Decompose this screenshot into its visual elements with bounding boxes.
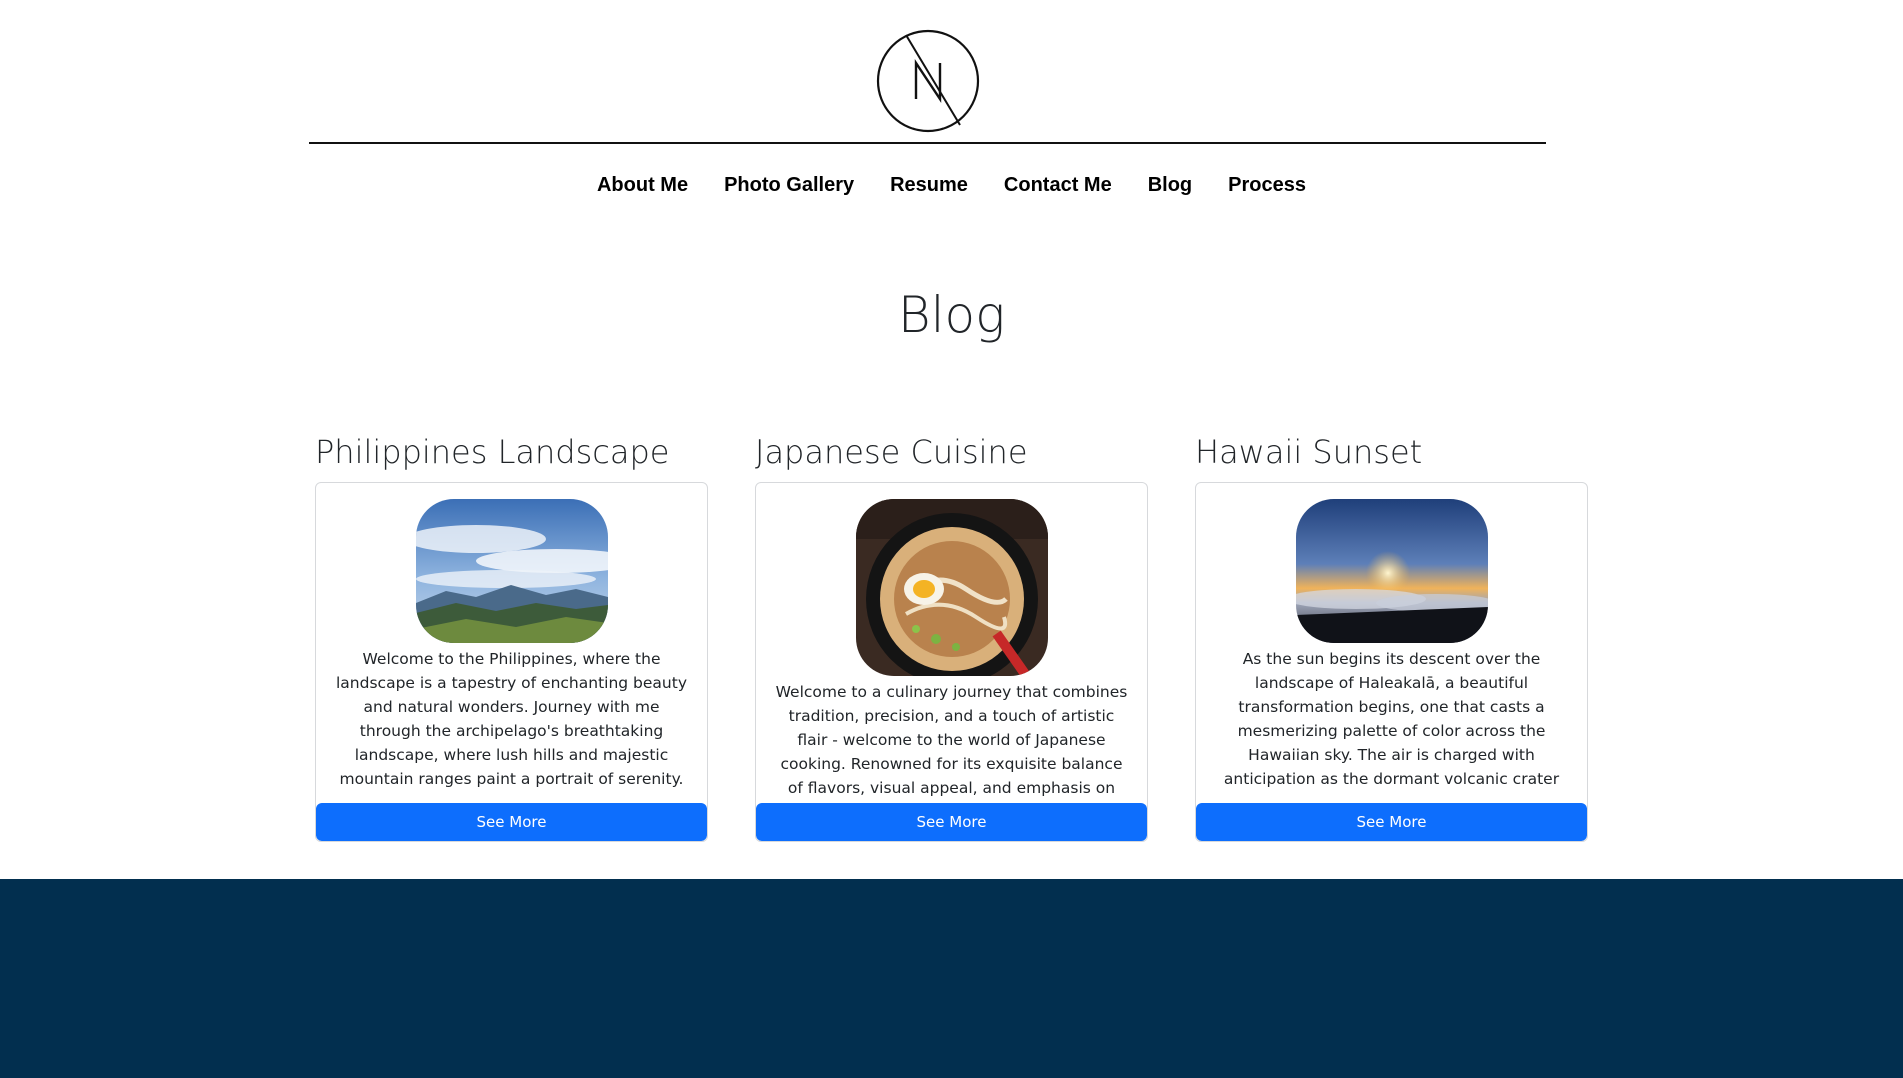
post-image-hawaii-sunset[interactable] — [1295, 499, 1488, 643]
site-header: About Me Photo Gallery Resume Contact Me… — [0, 0, 1903, 230]
nav-blog[interactable]: Blog — [1148, 174, 1192, 197]
main-nav: About Me Photo Gallery Resume Contact Me… — [0, 174, 1903, 197]
post-excerpt: Welcome to the Philippines, where the la… — [336, 650, 687, 795]
logo-icon[interactable] — [876, 29, 980, 133]
post-title: Japanese Cuisine — [755, 433, 1028, 471]
site-footer — [0, 879, 1903, 1078]
post-card: Welcome to a culinary journey that combi… — [755, 482, 1148, 842]
post-title: Hawaii Sunset — [1195, 433, 1423, 471]
nav-process[interactable]: Process — [1228, 174, 1306, 197]
see-more-button[interactable]: See More — [756, 803, 1147, 841]
post-card: As the sun begins its descent over the l… — [1195, 482, 1588, 842]
see-more-button[interactable]: See More — [316, 803, 707, 841]
post-image-philippines-landscape[interactable] — [415, 499, 608, 643]
page-title: Blog — [897, 286, 1006, 344]
nav-photo-gallery[interactable]: Photo Gallery — [724, 174, 854, 197]
post-excerpt: As the sun begins its descent over the l… — [1223, 650, 1560, 795]
blog-post-hawaii-sunset: Hawaii Sunset As the sun begins its desc… — [1195, 430, 1588, 842]
nav-contact-me[interactable]: Contact Me — [1004, 174, 1112, 197]
blog-post-japanese-cuisine: Japanese Cuisine Welcome to a culinary j… — [755, 430, 1148, 842]
nav-resume[interactable]: Resume — [890, 174, 968, 197]
post-excerpt: Welcome to a culinary journey that combi… — [775, 683, 1128, 797]
header-divider — [309, 142, 1546, 144]
post-title: Philippines Landscape — [315, 433, 670, 471]
blog-post-philippines: Philippines Landscape Welcome to the Phi… — [315, 430, 708, 842]
post-image-japanese-cuisine[interactable] — [855, 499, 1048, 676]
post-card: Welcome to the Philippines, where the la… — [315, 482, 708, 842]
nav-about-me[interactable]: About Me — [597, 174, 688, 197]
see-more-button[interactable]: See More — [1196, 803, 1587, 841]
